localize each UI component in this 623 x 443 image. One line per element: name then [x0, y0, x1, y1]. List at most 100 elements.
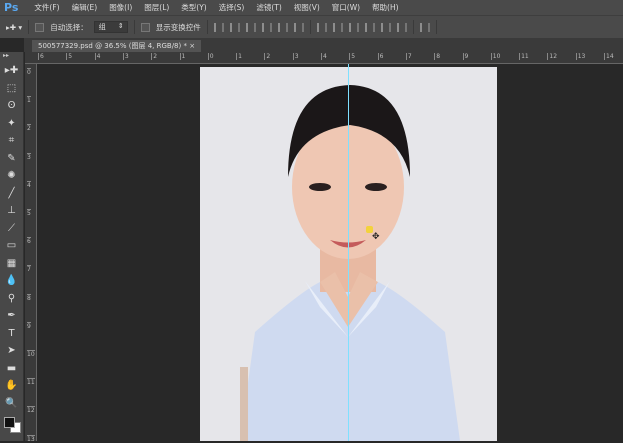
ruler-tick-label: 7 [405, 53, 412, 60]
move-tool-icon[interactable]: ▸✚ [0, 62, 23, 80]
distribute-bottom-icon[interactable] [348, 22, 359, 32]
menu-layer[interactable]: 图层(L) [138, 2, 175, 13]
align-bottom-icon[interactable] [245, 22, 256, 32]
zoom-tool-icon[interactable]: 🔍 [0, 395, 23, 413]
move-tool-preset-icon[interactable]: ▸✚ ▾ [6, 23, 22, 32]
ruler-tick-label: 5 [66, 53, 73, 60]
pen-tool-icon[interactable]: ✒ [0, 307, 23, 325]
align-vcenter-icon[interactable] [229, 22, 240, 32]
brush-tool-icon[interactable]: ╱ [0, 185, 23, 203]
close-tab-icon[interactable]: × [189, 42, 195, 50]
ruler-tick-label: 0 [27, 68, 31, 76]
ruler-tick-label: 7 [27, 265, 31, 274]
align-hcenter-icon[interactable] [277, 22, 288, 32]
distribute-top-icon[interactable] [316, 22, 327, 32]
hand-tool-icon[interactable]: ✋ [0, 377, 23, 395]
ruler-tick-label: 0 [207, 53, 214, 60]
ruler-tick-label: 3 [122, 53, 129, 60]
horizontal-ruler: 6 5 4 3 2 1 0 1 2 3 4 5 6 7 8 9 10 11 12 13 14 [25, 52, 623, 64]
ruler-tick-label: 4 [321, 53, 327, 60]
ruler-tick-label: 13 [27, 434, 35, 443]
eraser-tool-icon[interactable]: ▭ [0, 237, 23, 255]
ruler-tick-label: 10 [490, 53, 501, 60]
ruler-tick-label: 11 [27, 378, 35, 387]
ruler-tick-label: 5 [349, 53, 356, 60]
divider [412, 20, 414, 34]
options-bar: ▸✚ ▾ 自动选择： 组 ⇕ 显示变换控件 [0, 15, 623, 38]
ruler-tick-label: 14 [604, 53, 614, 60]
guide-line[interactable] [348, 64, 349, 441]
menu-view[interactable]: 视图(V) [288, 2, 326, 13]
divider [435, 20, 437, 34]
ruler-tick-label: 8 [27, 293, 31, 302]
auto-select-checkbox[interactable] [35, 22, 45, 32]
document-tab[interactable]: 500577329.psd @ 36.5% (图层 4, RGB/8) * × [32, 40, 202, 52]
ruler-tick-label: 2 [27, 124, 31, 133]
color-swatches [0, 412, 23, 442]
menu-type[interactable]: 类型(Y) [175, 2, 212, 13]
show-transform-label: 显示变换控件 [155, 22, 201, 32]
ruler-tick-label: 1 [179, 53, 186, 60]
ruler-tick-label: 4 [27, 180, 31, 189]
align-left-icon[interactable] [261, 22, 272, 32]
auto-select-value: 组 [98, 23, 106, 31]
ruler-tick-label: 6 [27, 237, 31, 246]
menu-edit[interactable]: 编辑(E) [66, 2, 104, 13]
auto-select-label: 自动选择： [50, 22, 88, 32]
show-transform-checkbox[interactable] [140, 22, 150, 32]
distribute-left-icon[interactable] [364, 22, 375, 32]
distribute-right-icon[interactable] [396, 22, 407, 32]
ruler-tick-label: 8 [434, 53, 441, 60]
blur-tool-icon[interactable]: 💧 [0, 272, 23, 290]
ruler-tick-label: 3 [292, 53, 299, 60]
dodge-tool-icon[interactable]: ⚲ [0, 290, 23, 308]
move-cursor-icon: ✥ [372, 232, 380, 242]
marquee-tool-icon[interactable]: ⬚ [0, 80, 23, 98]
photoshop-logo: Ps [4, 1, 19, 14]
ruler-tick-label: 1 [236, 53, 242, 60]
crop-tool-icon[interactable]: ⌗ [0, 132, 23, 150]
lasso-tool-icon[interactable]: ʘ [0, 97, 23, 115]
type-tool-icon[interactable]: T [0, 325, 23, 343]
ruler-tick-label: 3 [27, 152, 31, 161]
menu-filter[interactable]: 滤镜(T) [250, 2, 287, 13]
stamp-tool-icon[interactable]: ⊥ [0, 202, 23, 220]
document-tab-bar: 500577329.psd @ 36.5% (图层 4, RGB/8) * × [24, 38, 623, 52]
align-right-icon[interactable] [293, 22, 304, 32]
shape-tool-icon[interactable]: ▬ [0, 360, 23, 378]
eyedropper-tool-icon[interactable]: ✎ [0, 150, 23, 168]
healing-tool-icon[interactable]: ✺ [0, 167, 23, 185]
divider [28, 20, 30, 34]
menu-image[interactable]: 图像(I) [103, 2, 138, 13]
auto-select-dropdown[interactable]: 组 ⇕ [93, 21, 128, 33]
ruler-tick-label: 9 [27, 321, 31, 330]
distribute-vcenter-icon[interactable] [332, 22, 343, 32]
menu-file[interactable]: 文件(F) [28, 2, 65, 13]
ruler-tick-label: 11 [519, 53, 529, 60]
ruler-tick-label: 12 [27, 406, 35, 415]
align-top-icon[interactable] [213, 22, 224, 32]
vertical-ruler: 0 1 2 3 4 5 6 7 8 9 10 11 12 13 [25, 64, 37, 443]
ruler-tick-label: 6 [377, 53, 384, 60]
menu-bar: Ps 文件(F) 编辑(E) 图像(I) 图层(L) 类型(Y) 选择(S) 滤… [0, 0, 623, 15]
ruler-tick-label: 9 [462, 53, 469, 60]
history-brush-tool-icon[interactable]: ⟋ [0, 220, 23, 238]
menu-help[interactable]: 帮助(H) [366, 2, 405, 13]
chevron-updown-icon: ⇕ [117, 22, 124, 30]
panel-collapse-icon[interactable]: ▸▸ [0, 52, 23, 62]
menu-window[interactable]: 窗口(W) [326, 2, 366, 13]
ruler-tick-label: 2 [151, 53, 158, 60]
foreground-color-swatch[interactable] [4, 417, 15, 428]
ruler-tick-label: 2 [264, 53, 271, 60]
auto-align-icon[interactable] [419, 22, 430, 32]
magic-wand-tool-icon[interactable]: ✦ [0, 115, 23, 133]
tools-panel: ▸▸ ▸✚ ⬚ ʘ ✦ ⌗ ✎ ✺ ╱ ⊥ ⟋ ▭ ▦ 💧 ⚲ ✒ T ➤ ▬ ✋ 🔍 [0, 52, 24, 441]
ruler-tick-label: 1 [27, 96, 31, 105]
gradient-tool-icon[interactable]: ▦ [0, 255, 23, 273]
ruler-tick-label: 10 [27, 350, 35, 358]
menu-select[interactable]: 选择(S) [213, 2, 251, 13]
divider [133, 20, 135, 34]
distribute-hcenter-icon[interactable] [380, 22, 391, 32]
path-select-tool-icon[interactable]: ➤ [0, 342, 23, 360]
ruler-tick-label: 12 [547, 53, 558, 60]
